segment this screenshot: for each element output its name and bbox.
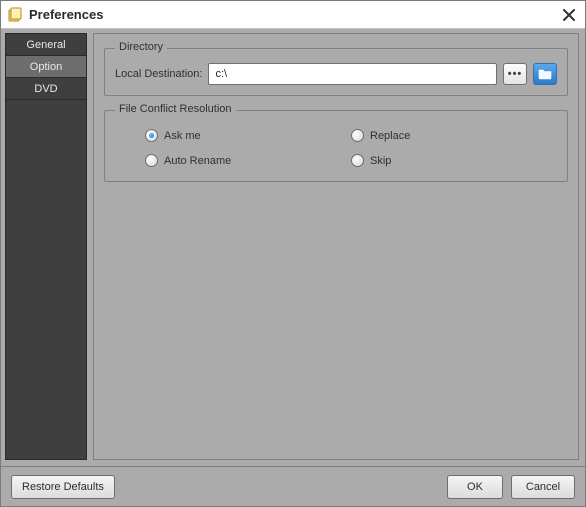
preferences-window: Preferences General Option DVD Directory… xyxy=(0,0,586,507)
radio-icon xyxy=(145,129,158,142)
sidebar: General Option DVD xyxy=(5,33,87,460)
conflict-group: File Conflict Resolution Ask me Replace xyxy=(104,110,568,182)
directory-group: Directory Local Destination: ••• xyxy=(104,48,568,96)
radio-icon xyxy=(351,154,364,167)
local-destination-input[interactable] xyxy=(208,63,497,85)
button-bar: Restore Defaults OK Cancel xyxy=(1,466,585,506)
ok-button[interactable]: OK xyxy=(447,475,503,499)
radio-icon xyxy=(145,154,158,167)
radio-label: Skip xyxy=(370,155,391,167)
titlebar: Preferences xyxy=(1,1,585,29)
radio-replace[interactable]: Replace xyxy=(351,129,557,142)
sidebar-item-dvd[interactable]: DVD xyxy=(6,78,86,100)
sidebar-item-option[interactable]: Option xyxy=(6,56,86,78)
window-title: Preferences xyxy=(29,7,559,22)
conflict-legend: File Conflict Resolution xyxy=(115,103,236,115)
radio-skip[interactable]: Skip xyxy=(351,154,557,167)
radio-label: Ask me xyxy=(164,130,201,142)
directory-legend: Directory xyxy=(115,41,167,53)
content-panel: Directory Local Destination: ••• xyxy=(93,33,579,460)
main-area: General Option DVD Directory Local Desti… xyxy=(1,29,585,466)
radio-label: Replace xyxy=(370,130,410,142)
cancel-button[interactable]: Cancel xyxy=(511,475,575,499)
local-destination-label: Local Destination: xyxy=(115,68,202,80)
app-icon xyxy=(7,7,23,23)
browse-folder-button[interactable] xyxy=(533,63,557,85)
folder-icon xyxy=(538,68,552,80)
radio-ask-me[interactable]: Ask me xyxy=(145,129,351,142)
radio-auto-rename[interactable]: Auto Rename xyxy=(145,154,351,167)
radio-label: Auto Rename xyxy=(164,155,231,167)
radio-icon xyxy=(351,129,364,142)
sidebar-item-general[interactable]: General xyxy=(6,34,86,56)
close-button[interactable] xyxy=(559,5,579,25)
more-button[interactable]: ••• xyxy=(503,63,527,85)
ellipsis-icon: ••• xyxy=(508,69,523,80)
restore-defaults-button[interactable]: Restore Defaults xyxy=(11,475,115,499)
dialog-body: General Option DVD Directory Local Desti… xyxy=(1,29,585,506)
